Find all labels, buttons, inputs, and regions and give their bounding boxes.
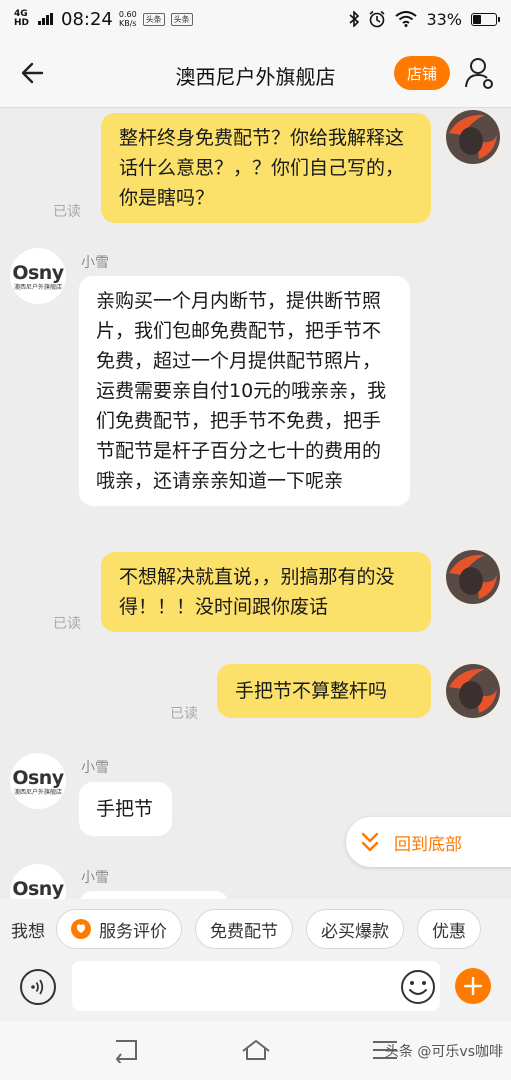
my-avatar[interactable] [441,545,505,609]
shop-avatar[interactable]: Osny 澳西尼户外旗舰店 [10,753,66,809]
back-nav-icon[interactable] [112,1037,142,1063]
user-settings-icon[interactable] [464,56,496,90]
read-receipt: 已读 [170,706,198,722]
toutiao-notification-icon: 头条 [142,12,165,26]
chat-header: 澳西尼户外旗舰店 店铺 [0,38,511,108]
shop-logo-subtitle: 澳西尼户外旗舰店 [13,788,62,796]
battery-level [473,14,481,24]
network-type: 4G HD [14,9,30,28]
chip-service-rating[interactable]: 服务评价 [56,909,182,949]
my-message-bubble[interactable]: 手把节不算整杆吗 [217,664,431,718]
voice-icon [31,979,44,995]
voice-input-button[interactable] [20,969,56,1005]
network-speed: 0.60 KB/s [119,10,137,28]
my-avatar[interactable] [441,659,505,723]
wifi-icon [395,11,418,27]
message-text: 不想解决就直说，，别搞那有的没得！！！没时间跟你废话 [119,566,395,618]
emoji-icon[interactable] [399,968,437,1006]
status-left: 4G HD 08:24 0.60 KB/s 头条 头条 [14,9,193,30]
clock: 08:24 [61,8,113,30]
back-to-bottom-button[interactable]: 回到底部 [346,817,511,867]
read-receipt: 已读 [53,616,81,632]
system-nav-bar: 头条 @可乐vs咖啡 [0,1021,511,1080]
watermark: 头条 @可乐vs咖啡 [384,1044,503,1060]
plus-icon [464,977,482,995]
quick-reply-bar: 我想 服务评价 免费配节 必买爆款 优惠 [0,899,511,959]
toutiao-notification-icon-2: 头条 [170,12,193,26]
status-bar: 4G HD 08:24 0.60 KB/s 头条 头条 33% [0,0,511,38]
more-actions-button[interactable] [455,968,491,1004]
shop-avatar[interactable]: Osny 澳西尼户外旗舰店 [10,864,66,899]
avatar-image [441,659,505,723]
alarm-icon [369,10,385,28]
back-arrow-icon[interactable] [18,58,48,88]
chip-label: 必买爆款 [321,921,389,942]
home-nav-icon[interactable] [241,1037,271,1063]
back-to-bottom-label: 回到底部 [394,834,462,855]
shop-message-bubble[interactable]: 手把节 [79,782,173,836]
sender-name: 小雪 [81,255,109,271]
sender-name: 小雪 [81,870,109,886]
bluetooth-icon [349,11,360,27]
message-text: 亲购买一个月内断节，提供断节照片，我们包邮免费配节，把手节不免费，超过一个月提供… [96,290,387,492]
signal-icon [38,13,53,25]
shop-logo: Osny [12,877,64,900]
sender-name: 小雪 [81,760,109,776]
service-rating-icon [71,919,91,939]
avatar-image [441,545,505,609]
shop-message-bubble[interactable]: 亲购买一个月内断节，提供断节照片，我们包邮免费配节，把手节不免费，超过一个月提供… [79,276,410,506]
status-right: 33% [349,9,500,29]
chat-messages[interactable]: 整杆终身免费配节？你给我解释这话什么意思？，？你们自己写的，你是瞎吗？ 已读 O… [0,109,511,899]
message-text: 手把节不算整杆吗 [235,680,388,702]
quick-bar-label: 我想 [11,921,45,942]
read-receipt: 已读 [53,204,81,220]
battery-icon [471,12,500,26]
battery-percent: 33% [426,9,462,29]
speed-value: 0.60 [118,10,137,19]
chip-must-buy[interactable]: 必买爆款 [306,909,404,949]
chip-label: 优惠 [432,921,466,942]
chip-label: 免费配节 [210,921,278,942]
shop-avatar[interactable]: Osny 澳西尼户外旗舰店 [10,248,66,304]
message-text: 整杆终身免费配节？你给我解释这话什么意思？，？你们自己写的，你是瞎吗？ [119,127,405,209]
shop-button[interactable]: 店铺 [394,56,450,90]
message-text: 手把节 [96,798,154,820]
my-message-bubble[interactable]: 不想解决就直说，，别搞那有的没得！！！没时间跟你废话 [101,552,431,632]
chip-free-part[interactable]: 免费配节 [195,909,293,949]
shop-logo-subtitle: 澳西尼户外旗舰店 [13,283,62,291]
my-avatar[interactable] [441,109,505,169]
shop-logo: Osny [12,261,64,284]
shop-logo: Osny [12,766,64,789]
avatar-image [441,109,505,169]
input-bar [0,959,511,1021]
chip-discount[interactable]: 优惠 [417,909,481,949]
speed-unit: KB/s [118,19,137,28]
shop-message-bubble[interactable] [79,891,229,899]
chip-label: 服务评价 [99,921,167,942]
my-message-bubble[interactable]: 整杆终身免费配节？你给我解释这话什么意思？，？你们自己写的，你是瞎吗？ [101,113,431,223]
double-chevron-down-icon [361,832,379,852]
message-input[interactable] [72,961,440,1011]
